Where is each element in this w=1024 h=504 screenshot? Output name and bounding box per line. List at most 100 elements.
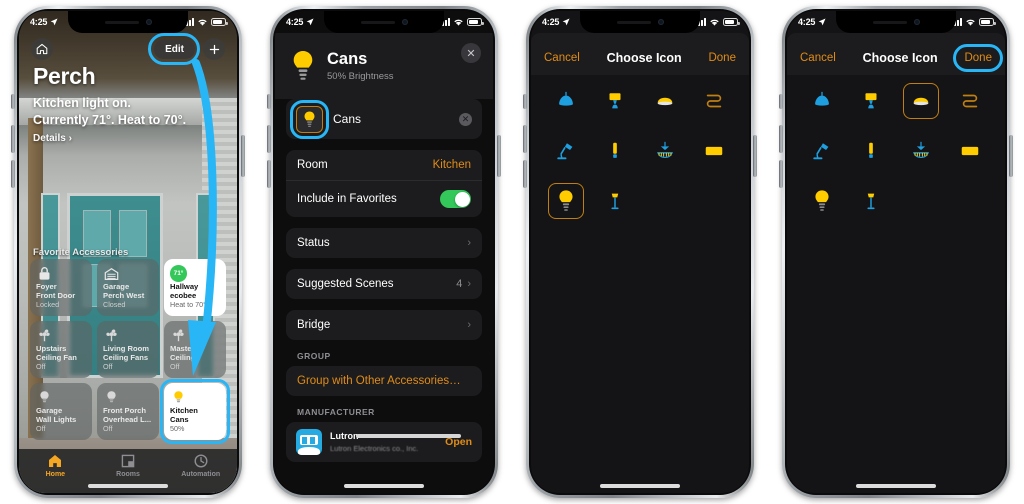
add-button[interactable] [203, 38, 225, 60]
icon-cell-desk-lamp[interactable] [548, 133, 584, 169]
tab-automation[interactable]: Automation [164, 453, 237, 478]
accessory-tile[interactable]: Upstairs Ceiling Fan Off [30, 321, 92, 378]
home-status-line-1: Kitchen light on. [33, 96, 131, 110]
mute-switch[interactable] [11, 94, 15, 109]
icon-cell-ceiling-dome-selected[interactable] [902, 83, 939, 119]
done-button[interactable]: Done [964, 52, 992, 64]
icon-cell-panel-light[interactable] [952, 133, 988, 169]
row-label: Bridge [297, 319, 331, 331]
accessory-tile-grid: Foyer Front Door Locked Garage Perch Wes… [30, 259, 230, 444]
row-status[interactable]: Status › [286, 228, 482, 258]
icon-cell-tall-lamp[interactable] [597, 133, 633, 169]
home-topbar: Edit [19, 33, 237, 65]
power-button[interactable] [1009, 135, 1013, 177]
power-button[interactable] [497, 135, 501, 177]
tab-label: Rooms [116, 471, 140, 478]
accessory-tile-kitchen-cans[interactable]: Kitchen Cans 50% [164, 383, 226, 440]
mute-switch[interactable] [779, 94, 783, 109]
accessory-tile[interactable]: Foyer Front Door Locked [30, 259, 92, 316]
row-suggested-scenes[interactable]: Suggested Scenes 4 › [286, 269, 482, 299]
tab-rooms[interactable]: Rooms [92, 453, 165, 478]
volume-down-button[interactable] [779, 160, 783, 188]
cancel-button[interactable]: Cancel [544, 52, 580, 64]
mute-switch[interactable] [523, 94, 527, 109]
front-camera [657, 19, 664, 25]
tile-subname: Front Door [36, 290, 76, 300]
icon-cell-tall-lamp[interactable] [853, 133, 889, 169]
icon-cell-table-lamp[interactable] [853, 83, 889, 119]
power-button[interactable] [753, 135, 757, 177]
volume-up-button[interactable] [11, 125, 15, 153]
volume-down-button[interactable] [267, 160, 271, 188]
accessory-tile[interactable]: Garage Wall Lights Off [30, 383, 92, 440]
row-bridge[interactable]: Bridge › [286, 310, 482, 340]
icon-cell-light-strip[interactable] [696, 83, 732, 119]
power-button[interactable] [241, 135, 245, 177]
lutron-app-icon [296, 429, 322, 455]
manufacturer-sub: Lutron Electronics co., Inc. [330, 444, 419, 453]
accessory-tile[interactable]: 71° Hallway ecobee Heat to 70° [164, 259, 226, 316]
plus-icon [209, 44, 219, 54]
tile-subname: Ceiling Fan [36, 352, 77, 362]
icon-cell-chandelier[interactable] [903, 133, 939, 169]
volume-down-button[interactable] [523, 160, 527, 188]
accessory-brightness: 50% Brightness [327, 71, 394, 82]
icon-cell-panel-light[interactable] [696, 133, 732, 169]
icon-cell-ceiling-dome[interactable] [647, 83, 683, 119]
icon-cell-bulb[interactable] [804, 183, 840, 219]
icon-cell-light-strip[interactable] [952, 83, 988, 119]
chandelier-icon [656, 141, 673, 159]
tile-name: Foyer [36, 281, 57, 291]
cancel-button[interactable]: Cancel [800, 52, 836, 64]
name-input[interactable]: Cans [333, 112, 449, 126]
desk-lamp-icon [557, 143, 573, 160]
accessory-tile[interactable]: Front Porch Overhead L... Off [97, 383, 159, 440]
clear-icon[interactable]: ✕ [459, 112, 472, 126]
wifi-icon [710, 19, 719, 26]
volume-up-button[interactable] [523, 125, 527, 153]
home-indicator [344, 484, 424, 488]
icon-cell-chandelier[interactable] [647, 133, 683, 169]
icon-cell-floor-lamp[interactable] [853, 183, 889, 219]
icon-cell-pendant-lamp[interactable] [548, 83, 584, 119]
tall-lamp-icon [869, 142, 874, 158]
status-time: 4:25 [798, 17, 816, 27]
tab-home[interactable]: Home [19, 453, 92, 478]
tile-subname: Ceiling [170, 352, 196, 362]
accessory-tile[interactable]: Living Room Ceiling Fans Off [97, 321, 159, 378]
bulb-icon [107, 391, 116, 403]
icon-cell-table-lamp[interactable] [597, 83, 633, 119]
accessory-tile[interactable]: Master Ceiling Off [164, 321, 226, 378]
done-button[interactable]: Done [708, 52, 736, 64]
icon-cell-pendant-lamp[interactable] [804, 83, 840, 119]
house-icon-button[interactable] [31, 38, 53, 60]
group-with-other-accessories-link[interactable]: Group with Other Accessories… [286, 366, 482, 396]
details-link[interactable]: Details › [33, 133, 186, 144]
row-room[interactable]: Room Kitchen [286, 150, 482, 180]
icon-cell-floor-lamp[interactable] [597, 183, 633, 219]
name-row: Cans ✕ [286, 99, 482, 139]
chevron-right-icon: › [467, 278, 471, 290]
choose-icon-navbar: Cancel Choose Icon Done [787, 41, 1005, 75]
close-button[interactable]: ✕ [461, 43, 481, 63]
volume-down-button[interactable] [11, 160, 15, 188]
location-arrow-icon [562, 18, 570, 26]
floor-lamp-icon [611, 193, 619, 210]
detail-header: Cans 50% Brightness ✕ [275, 33, 493, 99]
favorites-toggle[interactable] [440, 190, 471, 208]
volume-up-button[interactable] [267, 125, 271, 153]
row-label: Status [297, 237, 330, 249]
wifi-icon [966, 19, 975, 26]
icon-cell-bulb-selected[interactable] [547, 183, 584, 219]
edit-button[interactable]: Edit [154, 39, 195, 59]
icon-cell-desk-lamp[interactable] [804, 133, 840, 169]
volume-up-button[interactable] [779, 125, 783, 153]
bulb-icon [304, 110, 315, 127]
mute-switch[interactable] [267, 94, 271, 109]
accessory-tile[interactable]: Garage Perch West Closed [97, 259, 159, 316]
row-include-in-favorites[interactable]: Include in Favorites [286, 180, 482, 217]
manufacturer-row[interactable]: Lutron Lutron Electronics co., Inc. Open [286, 422, 482, 462]
manufacturer-name: Lutron [330, 431, 461, 441]
status-badge: 71° [170, 265, 187, 282]
choose-icon-button[interactable] [296, 105, 323, 133]
